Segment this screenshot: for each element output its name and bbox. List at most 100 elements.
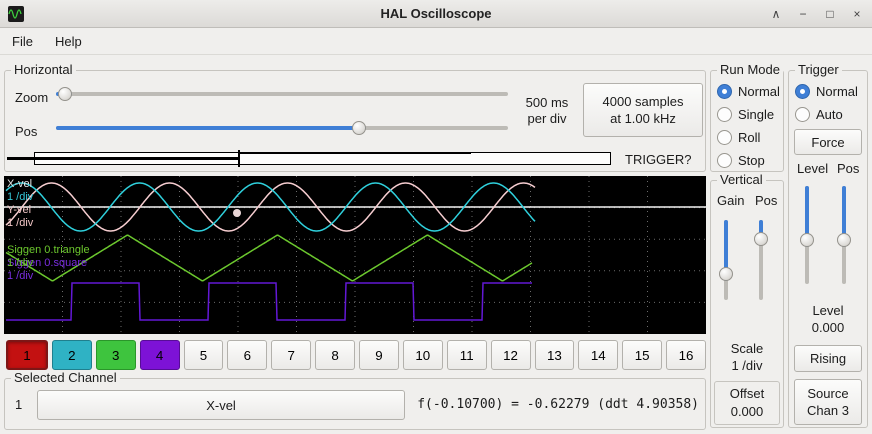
horizontal-group-label: Horizontal: [11, 62, 76, 77]
radio-indicator: [717, 130, 732, 145]
trigger-level-slider[interactable]: [799, 179, 815, 291]
channel-button-9[interactable]: 9: [359, 340, 399, 370]
slider-fill: [56, 126, 366, 130]
maximize-icon[interactable]: □: [823, 7, 837, 21]
trigger-group-label: Trigger: [795, 62, 842, 77]
runmode-single-radio[interactable]: Single: [717, 106, 774, 122]
scale-label: Scale: [711, 341, 783, 356]
samples-button[interactable]: 4000 samples at 1.00 kHz: [583, 83, 703, 137]
level-value: 0.000: [789, 320, 867, 335]
vertical-group-label: Vertical: [717, 172, 766, 187]
radio-indicator: [795, 107, 810, 122]
slope-button-label: Rising: [810, 350, 846, 367]
selected-channel-group-label: Selected Channel: [11, 370, 120, 385]
slider-handle[interactable]: [58, 87, 72, 101]
slider-handle[interactable]: [719, 267, 733, 281]
slider-handle[interactable]: [800, 233, 814, 247]
runmode-roll-radio[interactable]: Roll: [717, 129, 760, 145]
view-window-bar: [238, 152, 471, 154]
samples-line2: at 1.00 kHz: [610, 110, 676, 127]
slider-handle[interactable]: [754, 232, 768, 246]
radio-label: Normal: [816, 84, 858, 99]
source-line2: Chan 3: [807, 402, 849, 419]
channel-name-button[interactable]: X-vel: [37, 390, 405, 420]
zoom-slider[interactable]: [49, 86, 515, 102]
channel-button-6[interactable]: 6: [227, 340, 267, 370]
channel-button-8[interactable]: 8: [315, 340, 355, 370]
scope-channel-label: X-vel: [7, 178, 32, 190]
offset-frame: Offset 0.000: [714, 381, 780, 425]
channel-button-14[interactable]: 14: [578, 340, 618, 370]
radio-indicator: [717, 84, 732, 99]
vertical-pos-label: Pos: [755, 193, 777, 208]
menu-help[interactable]: Help: [45, 30, 92, 53]
radio-indicator: [795, 84, 810, 99]
scope-channel-label: Siggen 0.triangle: [7, 244, 90, 256]
minimize-icon[interactable]: −: [796, 7, 810, 21]
channel-button-11[interactable]: 11: [447, 340, 487, 370]
channel-button-13[interactable]: 13: [535, 340, 575, 370]
slope-button[interactable]: Rising: [794, 345, 862, 372]
time-per-div-value: 500 ms: [515, 95, 579, 111]
level-caption: Level: [789, 303, 867, 318]
pos-label: Pos: [15, 124, 37, 139]
trigger-tick: [238, 150, 240, 167]
selected-channel-group: Selected Channel 1 X-vel f(-0.10700) = -…: [4, 378, 706, 430]
channel-button-12[interactable]: 12: [491, 340, 531, 370]
trigger-group: Trigger Normal Auto Force Level Pos Leve…: [788, 70, 868, 428]
menu-file[interactable]: File: [2, 30, 43, 53]
menubar: File Help: [0, 29, 872, 55]
radio-indicator: [717, 153, 732, 168]
radio-label: Single: [738, 107, 774, 122]
channel-button-3[interactable]: 3: [96, 340, 136, 370]
data-extent-bar: [7, 157, 238, 160]
pos-slider[interactable]: [49, 120, 515, 136]
force-button-label: Force: [811, 134, 844, 151]
scope-channel-label: 1 /div: [7, 191, 33, 203]
scope-display[interactable]: X-vel1 /divY-vel1 /divSiggen 0.triangleS…: [4, 176, 706, 334]
gain-label: Gain: [717, 193, 744, 208]
scope-channel-label: Y-vel: [7, 204, 31, 216]
channel-name-label: X-vel: [206, 397, 236, 414]
gain-slider[interactable]: [718, 213, 734, 307]
runmode-stop-radio[interactable]: Stop: [717, 152, 765, 168]
position-indicator[interactable]: [7, 150, 613, 167]
channel-button-5[interactable]: 5: [184, 340, 224, 370]
trigger-pos-slider[interactable]: [836, 179, 852, 291]
samples-line1: 4000 samples: [603, 93, 684, 110]
radio-label: Roll: [738, 130, 760, 145]
time-per-div-unit: per div: [515, 111, 579, 127]
slider-handle[interactable]: [352, 121, 366, 135]
shade-icon[interactable]: ∧: [769, 7, 783, 21]
channel-readout: f(-0.10700) = -0.62279 (ddt 4.90358): [417, 397, 699, 412]
slider-handle[interactable]: [837, 233, 851, 247]
channel-button-10[interactable]: 10: [403, 340, 443, 370]
channel-button-16[interactable]: 16: [666, 340, 706, 370]
trigger-source-button[interactable]: Source Chan 3: [794, 379, 862, 425]
selected-channel-number: 1: [15, 397, 22, 412]
scope-channel-label: 1 /div: [7, 270, 33, 282]
offset-value: 0.000: [715, 404, 779, 419]
slider-groove: [56, 92, 508, 96]
runmode-normal-radio[interactable]: Normal: [717, 83, 780, 99]
run-mode-group: Run Mode Normal Single Roll Stop: [710, 70, 784, 172]
run-mode-group-label: Run Mode: [717, 62, 783, 77]
trigger-auto-radio[interactable]: Auto: [795, 106, 843, 122]
channel-button-4[interactable]: 4: [140, 340, 180, 370]
scale-value: 1 /div: [711, 358, 783, 373]
channel-button-15[interactable]: 15: [622, 340, 662, 370]
trigger-normal-radio[interactable]: Normal: [795, 83, 858, 99]
zoom-label: Zoom: [15, 90, 48, 105]
scope-channel-label: 1 /div: [7, 217, 33, 229]
channel-button-7[interactable]: 7: [271, 340, 311, 370]
titlebar[interactable]: HAL Oscilloscope ∧ − □ ×: [0, 0, 872, 28]
force-button[interactable]: Force: [794, 129, 862, 155]
channel-button-2[interactable]: 2: [52, 340, 92, 370]
waveform-canvas: [4, 176, 706, 334]
trigger-hint-label: TRIGGER?: [625, 152, 691, 167]
close-icon[interactable]: ×: [850, 7, 864, 21]
radio-label: Stop: [738, 153, 765, 168]
vertical-pos-slider[interactable]: [753, 213, 769, 307]
channel-button-1[interactable]: 1: [6, 340, 48, 370]
scope-channel-label: 1 /div: [7, 257, 33, 269]
